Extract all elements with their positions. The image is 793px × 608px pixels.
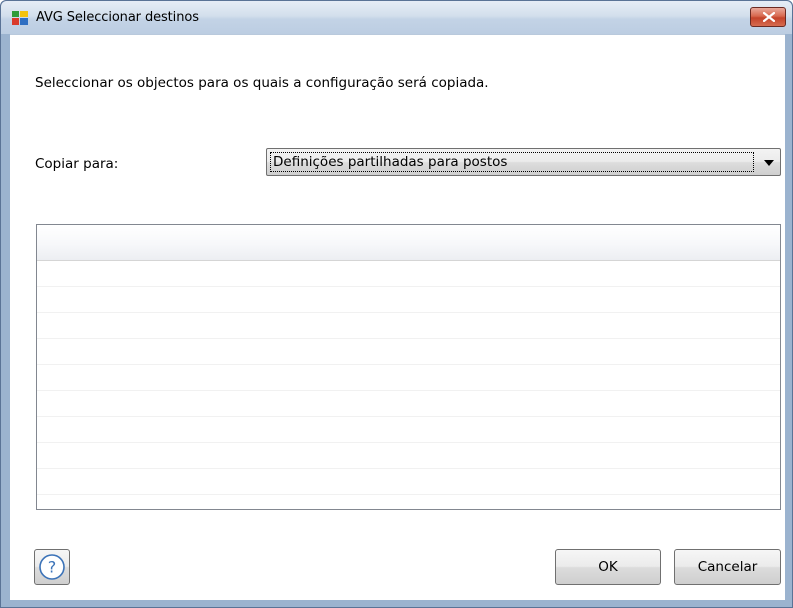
chevron-down-icon[interactable] <box>764 160 774 166</box>
dialog-content: Seleccionar os objectos para os quais a … <box>10 34 785 600</box>
table-row[interactable] <box>37 262 780 287</box>
dialog-window: AVG Seleccionar destinos Seleccionar os … <box>0 0 793 608</box>
table-row[interactable] <box>37 392 780 417</box>
table-row[interactable] <box>37 470 780 495</box>
close-button[interactable] <box>750 7 786 27</box>
table-row[interactable] <box>37 288 780 313</box>
cancel-button[interactable]: Cancelar <box>674 549 781 585</box>
copy-to-selected-value: Definições partilhadas para postos <box>270 152 754 172</box>
avg-logo-icon <box>12 11 28 25</box>
table-row[interactable] <box>37 314 780 339</box>
close-icon <box>763 12 775 22</box>
table-row[interactable] <box>37 366 780 391</box>
copy-to-select[interactable]: Definições partilhadas para postos <box>266 148 781 176</box>
svg-text:?: ? <box>48 558 57 577</box>
instruction-text: Seleccionar os objectos para os quais a … <box>35 75 489 91</box>
ok-button[interactable]: OK <box>555 549 661 585</box>
window-title: AVG Seleccionar destinos <box>36 10 199 25</box>
targets-table[interactable] <box>36 224 781 510</box>
copy-to-label: Copiar para: <box>35 156 119 172</box>
table-row[interactable] <box>37 418 780 443</box>
table-row[interactable] <box>37 340 780 365</box>
title-bar[interactable]: AVG Seleccionar destinos <box>1 1 792 34</box>
help-button[interactable]: ? <box>34 549 70 585</box>
help-icon: ? <box>39 554 65 580</box>
table-header <box>37 225 780 261</box>
table-row[interactable] <box>37 444 780 469</box>
